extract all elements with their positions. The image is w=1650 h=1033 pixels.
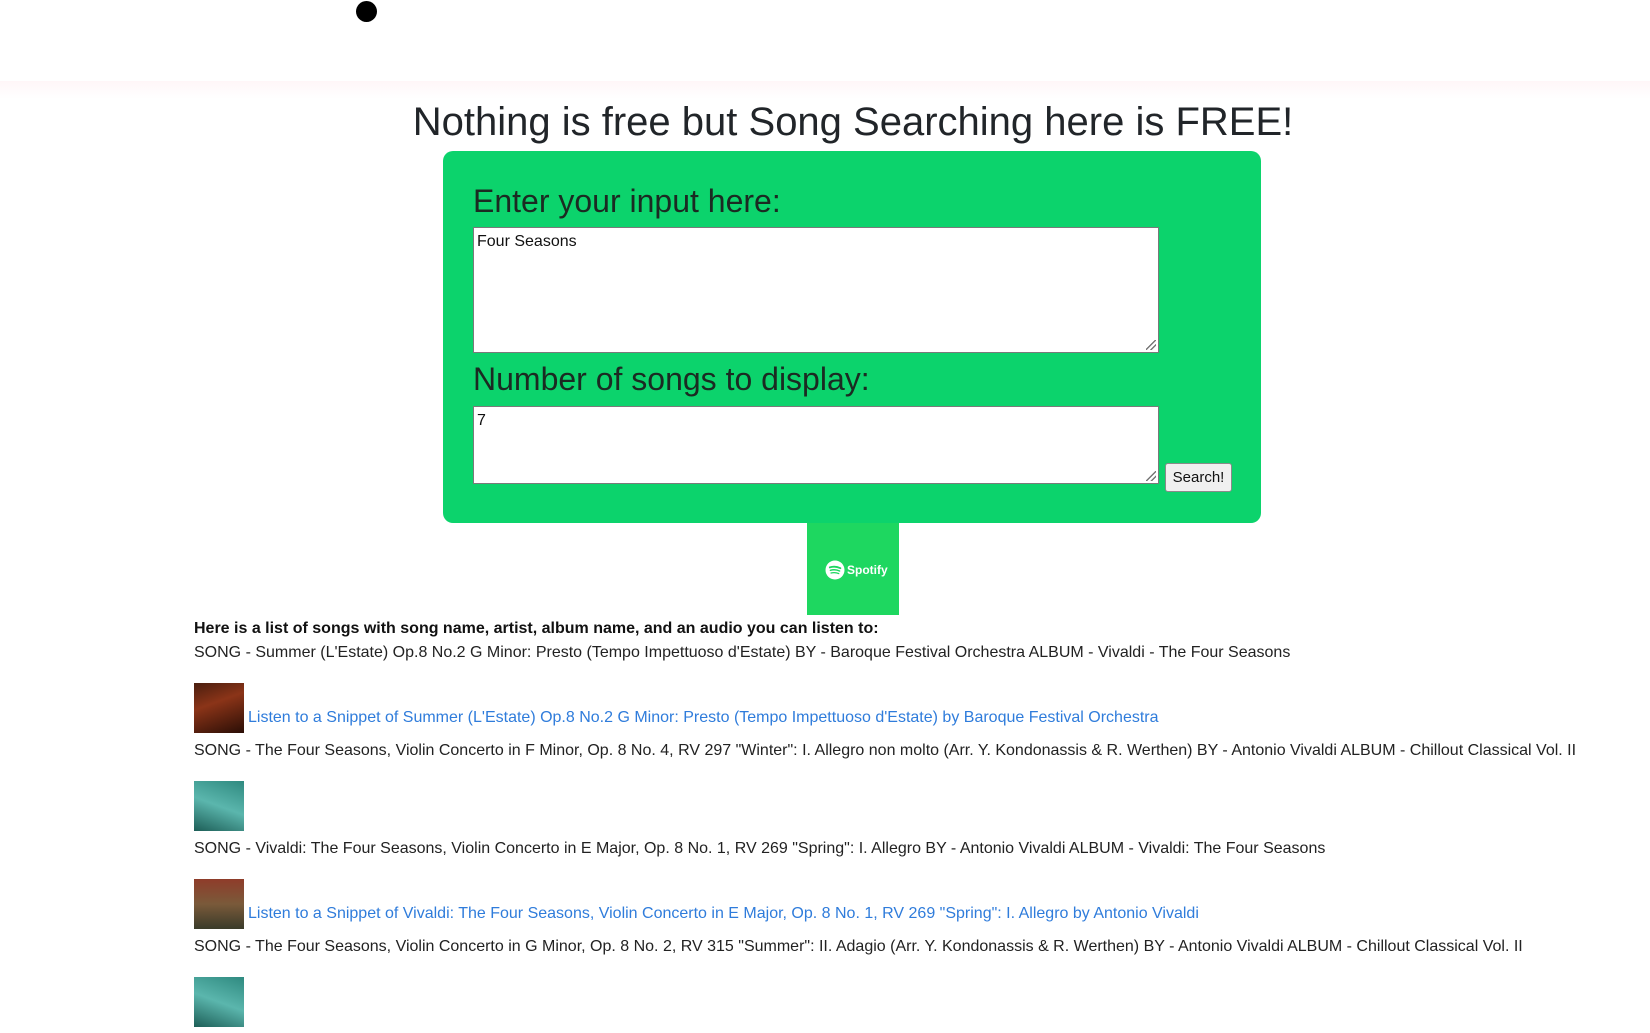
spotify-logo: Spotify (825, 560, 888, 580)
song-count-value: 7 (477, 412, 486, 429)
spotify-logo-tile: Spotify (807, 523, 899, 615)
song-description: SONG - Summer (L'Estate) Op.8 No.2 G Min… (194, 644, 1291, 661)
cursor-indicator (356, 1, 377, 22)
song-description: SONG - Vivaldi: The Four Seasons, Violin… (194, 840, 1326, 857)
list-item: Listen to a Snippet of Vivaldi: The Four… (194, 879, 1634, 929)
list-item: Listen to a Snippet of Summer (L'Estate)… (194, 683, 1634, 733)
search-input[interactable]: Four Seasons (473, 227, 1159, 353)
album-art-image (194, 781, 244, 831)
search-button[interactable]: Search! (1165, 463, 1232, 492)
song-description: SONG - The Four Seasons, Violin Concerto… (194, 938, 1523, 955)
input-label: Enter your input here: (473, 183, 781, 219)
album-art-image (194, 683, 244, 733)
results-list: Here is a list of songs with song name, … (194, 617, 1634, 1033)
snippet-link[interactable]: Listen to a Snippet of Summer (L'Estate)… (248, 707, 1159, 729)
results-heading: Here is a list of songs with song name, … (194, 620, 879, 637)
song-count-input[interactable]: 7 (473, 406, 1159, 484)
album-art-image (194, 879, 244, 929)
list-item (194, 977, 1634, 1027)
count-label: Number of songs to display: (473, 361, 870, 397)
spotify-icon (825, 560, 845, 580)
album-art-image (194, 977, 244, 1027)
song-description: SONG - The Four Seasons, Violin Concerto… (194, 742, 1577, 759)
search-form: Enter your input here: Four Seasons Numb… (443, 151, 1261, 523)
page-title: Nothing is free but Song Searching here … (412, 100, 1294, 144)
resize-handle-icon[interactable] (1146, 471, 1156, 481)
snippet-link[interactable]: Listen to a Snippet of Vivaldi: The Four… (248, 903, 1199, 925)
search-input-value: Four Seasons (477, 233, 577, 250)
resize-handle-icon[interactable] (1146, 340, 1156, 350)
top-bar (0, 0, 1650, 81)
spotify-wordmark: Spotify (847, 563, 888, 577)
list-item (194, 781, 1634, 831)
